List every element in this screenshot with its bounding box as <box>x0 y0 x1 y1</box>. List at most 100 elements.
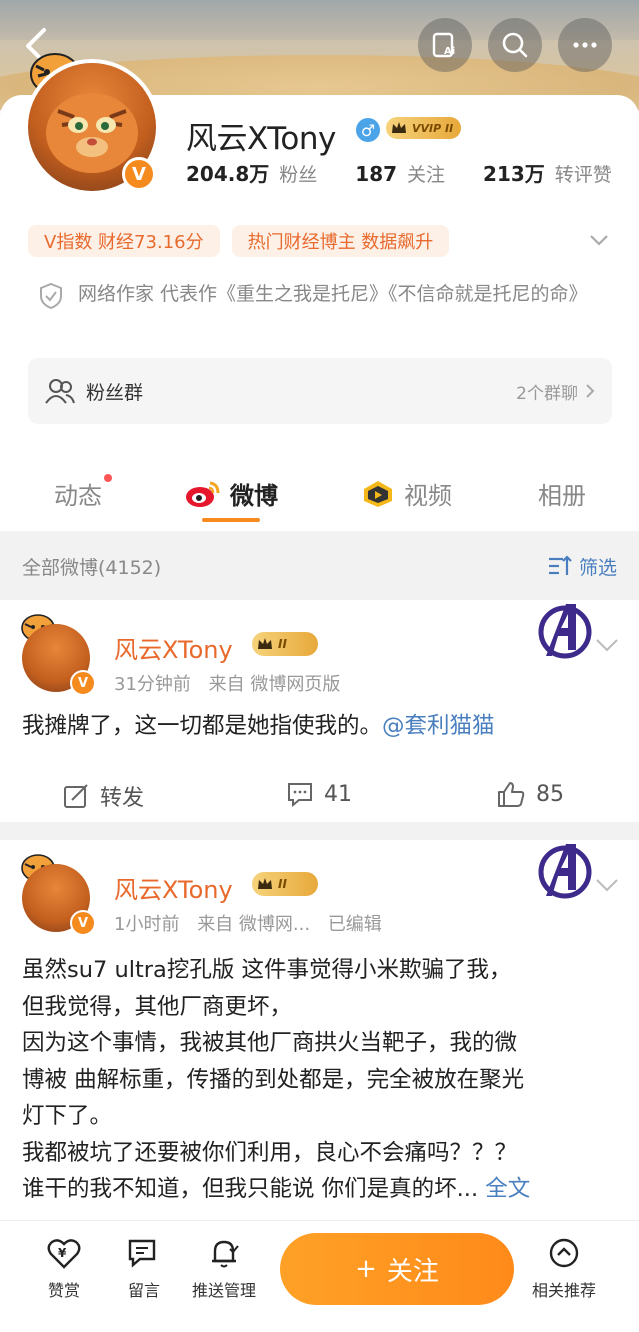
description-text: 网络作家 代表作《重生之我是托尼》《不信命就是托尼的命》 <box>78 283 588 305</box>
verified-badge: V <box>70 910 96 936</box>
filter-button[interactable]: 筛选 <box>547 553 617 580</box>
profile-tabs: 动态 微博 视频 相册 <box>0 448 639 530</box>
filter-label: 筛选 <box>578 556 617 579</box>
tab-album[interactable]: 相册 <box>538 476 586 511</box>
post-edited: 已编辑 <box>327 914 382 935</box>
avengers-logo-icon <box>538 604 592 659</box>
reward-button[interactable]: ¥ 赞赏 <box>24 1237 104 1301</box>
follow-button[interactable]: + 关注 <box>280 1233 514 1305</box>
hot-blogger-tag[interactable]: 热门财经博主 数据飙升 <box>231 225 450 257</box>
ai-summary-icon: Ai <box>432 32 455 58</box>
notification-dot <box>104 474 112 482</box>
chevron-down-icon[interactable] <box>594 634 620 656</box>
vip-label: VVIP II <box>412 121 454 135</box>
thumbs-up-icon <box>498 782 525 807</box>
chevron-up-circle-icon <box>549 1238 579 1268</box>
push-settings-button[interactable]: 推送管理 <box>184 1237 264 1301</box>
push-settings-label: 推送管理 <box>191 1281 256 1300</box>
more-button[interactable] <box>558 18 612 72</box>
profile-avatar[interactable]: V <box>24 59 160 195</box>
tab-video[interactable]: 视频 <box>360 476 452 511</box>
plus-icon: + <box>355 1254 377 1284</box>
post-card[interactable]: V 风云XTony II 1小时前 来自 微博网... 已编辑 虽然su7 ul… <box>0 840 639 1220</box>
bottom-action-bar: ¥ 赞赏 留言 推送管理 + 关注 相关推荐 <box>0 1220 639 1332</box>
chevron-down-icon[interactable] <box>588 229 610 251</box>
following-label: 关注 <box>407 164 446 186</box>
post-text: 我摊牌了，这一切都是她指使我的。@套利猫猫 <box>22 708 622 745</box>
profile-tags: V指数 财经73.16分 热门财经博主 数据飙升 <box>28 225 450 257</box>
crown-icon <box>258 878 272 889</box>
post-line: 虽然su7 ultra挖孔版 这件事觉得小米欺骗了我， <box>22 957 512 983</box>
post-body: 我摊牌了，这一切都是她指使我的。 <box>22 713 383 739</box>
shield-icon <box>40 282 62 310</box>
comment-icon <box>288 783 312 808</box>
reward-icon: ¥ <box>47 1239 81 1269</box>
post-vip-badge: II <box>252 872 318 896</box>
avengers-logo-icon <box>538 844 592 899</box>
post-actions: 转发 41 85 <box>0 772 639 816</box>
video-icon <box>364 480 392 507</box>
people-icon <box>45 379 75 404</box>
tab-album-label: 相册 <box>538 482 586 510</box>
post-count: 全部微博(4152) <box>22 556 162 579</box>
engagement-count[interactable]: 213万 <box>483 158 545 187</box>
mention-link[interactable]: @套利猫猫 <box>382 713 495 739</box>
fan-group-label: 粉丝群 <box>86 381 144 404</box>
repost-icon <box>64 784 88 808</box>
post-line: 谁干的我不知道，但我只能说 你们是真的坏... <box>22 1176 479 1202</box>
message-icon <box>128 1239 156 1268</box>
like-count: 85 <box>536 781 564 807</box>
message-button[interactable]: 留言 <box>104 1237 184 1301</box>
like-button[interactable]: 85 <box>496 780 564 808</box>
repost-button[interactable]: 转发 <box>62 780 144 812</box>
post-line: 灯下了。 <box>22 1103 113 1129</box>
weibo-logo-icon <box>186 481 220 507</box>
banner-sky <box>0 0 639 40</box>
read-more-link[interactable]: 全文 <box>485 1176 530 1202</box>
post-line: 因为这个事情，我被其他厂商拱火当靶子，我的微 <box>22 1030 518 1056</box>
recommend-button[interactable]: 相关推荐 <box>524 1237 604 1301</box>
tab-activity[interactable]: 动态 <box>54 474 112 511</box>
fans-count[interactable]: 204.8万 <box>186 158 269 187</box>
post-time: 1小时前 <box>114 914 180 935</box>
vip-badge[interactable]: VVIP II <box>386 117 462 139</box>
post-vip-level: II <box>278 877 287 891</box>
post-line: 我都被坑了还要被你们利用，良心不会痛吗？？？ <box>22 1139 518 1166</box>
filter-icon <box>548 555 572 575</box>
post-source: 来自 微博网... <box>197 914 311 935</box>
comment-count: 41 <box>324 781 352 807</box>
post-card[interactable]: V 风云XTony II 31分钟前 来自 微博网页版 我摊牌了，这一切都是她指… <box>0 600 639 822</box>
crown-icon <box>392 122 406 133</box>
post-time: 31分钟前 <box>114 674 191 695</box>
comment-button[interactable]: 41 <box>286 780 352 808</box>
verified-badge: V <box>70 670 96 696</box>
post-filter-bar: 全部微博(4152) 筛选 <box>0 538 639 594</box>
recommend-label: 相关推荐 <box>531 1281 596 1300</box>
post-avatar[interactable]: V <box>18 854 96 936</box>
profile-description: 网络作家 代表作《重生之我是托尼》《不信命就是托尼的命》 <box>38 280 598 310</box>
following-count[interactable]: 187 <box>355 162 397 186</box>
post-avatar[interactable]: V <box>18 614 96 696</box>
chevron-down-icon[interactable] <box>594 874 620 896</box>
crown-icon <box>258 638 272 649</box>
tab-weibo-label: 微博 <box>230 482 278 510</box>
post-author[interactable]: 风云XTony <box>114 870 233 905</box>
post-meta: 1小时前 来自 微博网... 已编辑 <box>114 910 394 936</box>
ai-summary-button[interactable]: Ai <box>418 18 472 72</box>
fan-group-entry[interactable]: 粉丝群 2个群聊 <box>28 358 612 424</box>
profile-name: 风云XTony <box>186 121 336 157</box>
repost-label: 转发 <box>100 786 145 811</box>
post-author[interactable]: 风云XTony <box>114 630 233 665</box>
post-meta: 31分钟前 来自 微博网页版 <box>114 670 352 696</box>
profile-stats: 204.8万 粉丝 187 关注 213万 转评赞 <box>186 158 612 187</box>
tab-weibo[interactable]: 微博 <box>184 476 278 511</box>
svg-text:¥: ¥ <box>58 1246 67 1260</box>
post-vip-level: II <box>278 637 287 651</box>
message-label: 留言 <box>127 1281 160 1300</box>
svg-text:Ai: Ai <box>444 46 455 57</box>
search-button[interactable] <box>488 18 542 72</box>
fan-group-count-text: 2个群聊 <box>516 383 578 404</box>
post-line: 但我觉得，其他厂商更坏， <box>22 993 293 1020</box>
chevron-right-icon <box>586 384 595 398</box>
v-index-tag[interactable]: V指数 财经73.16分 <box>28 225 220 257</box>
